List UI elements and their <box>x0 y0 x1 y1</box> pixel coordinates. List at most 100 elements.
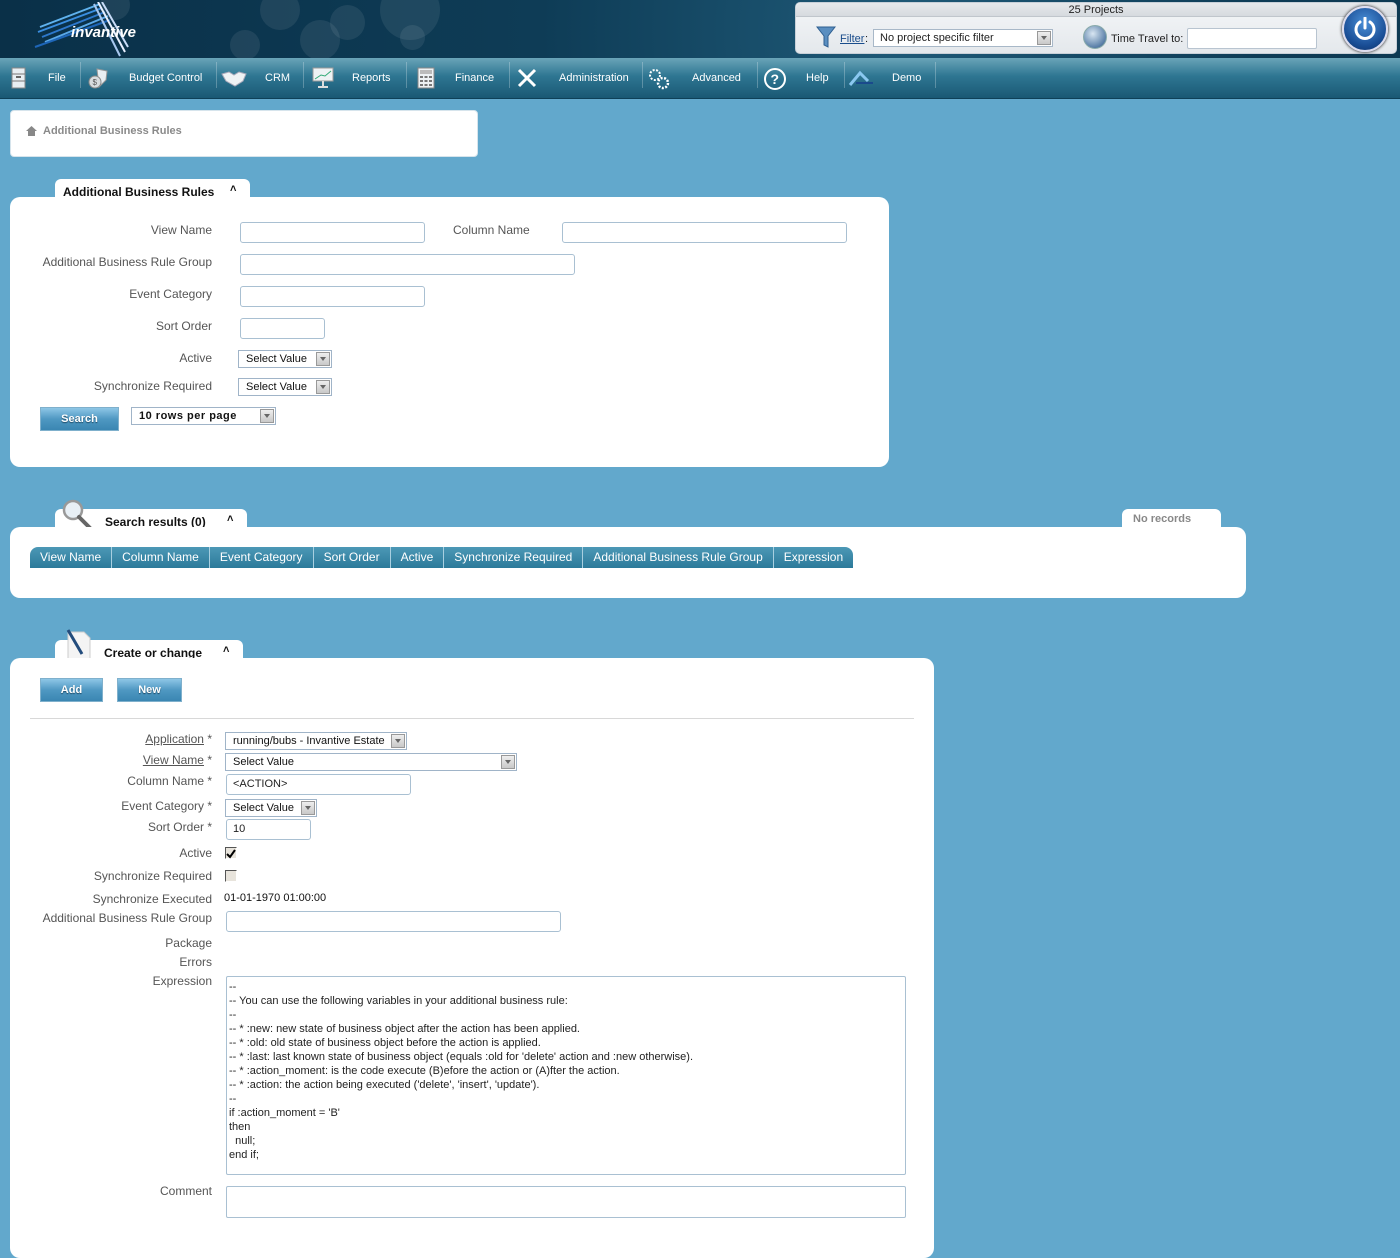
group-field-label: Additional Business Rule Group <box>42 911 212 925</box>
demo-logo-icon <box>848 70 873 86</box>
breadcrumb: Additional Business Rules <box>10 110 478 157</box>
records-badge: No records <box>1133 513 1192 525</box>
add-button[interactable]: Add <box>40 678 103 702</box>
search-view-name-input[interactable] <box>240 222 425 243</box>
chevron-down-icon[interactable] <box>316 380 330 394</box>
tools-icon <box>517 68 537 88</box>
column-name-input[interactable]: <ACTION> <box>226 774 411 795</box>
application-label: Application * <box>145 732 212 746</box>
grid-column-header[interactable]: Additional Business Rule Group <box>583 547 774 568</box>
home-icon[interactable] <box>26 126 37 136</box>
menu-administration[interactable]: Administration <box>510 58 642 99</box>
sort-order-field-label: Sort Order * <box>147 820 212 834</box>
search-sync-required-select[interactable]: Select Value <box>238 378 332 396</box>
grid-column-header[interactable]: Sort Order <box>313 547 391 568</box>
search-active-select[interactable]: Select Value <box>238 350 332 368</box>
logout-power-button[interactable] <box>1342 6 1388 52</box>
filter-link[interactable]: Filter <box>840 33 864 45</box>
chevron-down-icon[interactable] <box>301 801 315 815</box>
project-filter-select[interactable]: No project specific filter <box>873 29 1053 47</box>
expression-textarea[interactable]: -- -- You can use the following variable… <box>226 976 906 1175</box>
application-select[interactable]: running/bubs - Invantive Estate <box>225 732 407 750</box>
expression-label: Expression <box>152 974 212 988</box>
handshake-icon <box>221 71 247 87</box>
search-column-name-input[interactable] <box>562 222 847 243</box>
time-travel-input[interactable] <box>1187 28 1317 49</box>
gears-icon <box>649 69 670 90</box>
grid-column-header[interactable]: Event Category <box>209 547 314 568</box>
package-label: Package <box>165 936 212 950</box>
view-name-select[interactable]: Select Value <box>225 753 517 771</box>
menu-demo[interactable]: Demo <box>845 58 935 99</box>
money-shield-icon: $ <box>88 68 108 89</box>
errors-label: Errors <box>179 955 212 969</box>
menu-file[interactable]: File <box>0 58 80 99</box>
collapse-icon[interactable]: ˄ <box>230 183 236 195</box>
rows-per-page-select[interactable]: 10 rows per page <box>131 407 276 425</box>
sync-executed-value: 01-01-1970 01:00:00 <box>224 892 327 904</box>
breadcrumb-current: Additional Business Rules <box>43 125 182 137</box>
file-cabinet-icon <box>11 67 26 89</box>
chevron-down-icon[interactable] <box>316 352 330 366</box>
edit-document-icon <box>66 629 91 661</box>
chevron-down-icon[interactable] <box>260 409 274 423</box>
view-name-link[interactable]: View Name <box>143 753 204 767</box>
chevron-down-icon[interactable] <box>391 734 405 748</box>
group-input[interactable] <box>226 911 561 932</box>
time-travel-label: Time Travel to: <box>1111 33 1184 45</box>
presentation-chart-icon <box>312 67 334 88</box>
results-grid-header: View Name Column Name Event Category Sort O… <box>30 547 854 568</box>
svg-text:$: $ <box>93 78 98 87</box>
sync-required-field-label: Synchronize Required <box>93 869 212 883</box>
new-button[interactable]: New <box>117 678 182 702</box>
grid-column-header[interactable]: Expression <box>773 547 854 568</box>
chevron-down-icon[interactable] <box>1037 31 1051 45</box>
menu-crm[interactable]: CRM <box>217 58 302 99</box>
application-link[interactable]: Application <box>145 732 204 746</box>
active-field-label: Active <box>179 846 212 860</box>
event-category-select[interactable]: Select Value <box>225 799 317 817</box>
grid-column-header[interactable]: Active <box>390 547 445 568</box>
active-label: Active <box>179 351 212 365</box>
menu-advanced[interactable]: Advanced <box>643 58 757 99</box>
menu-budget-control[interactable]: $ Budget Control <box>81 58 216 99</box>
collapse-icon[interactable]: ˄ <box>227 513 233 525</box>
logo-text: invantive <box>71 24 137 41</box>
comment-label: Comment <box>159 1184 212 1198</box>
time-travel-icon <box>1083 25 1107 49</box>
main-menu: File $ Budget Control CRM Reports Financ… <box>0 58 1400 99</box>
grid-column-header[interactable]: View Name <box>30 547 113 568</box>
filter-funnel-icon <box>816 26 836 48</box>
calculator-icon <box>417 67 435 89</box>
event-category-field-label: Event Category * <box>121 799 212 813</box>
sync-executed-label: Synchronize Executed <box>92 892 212 906</box>
grid-column-header[interactable]: Column Name <box>112 547 210 568</box>
menu-help[interactable]: ? Help <box>758 58 844 99</box>
search-event-category-input[interactable] <box>240 286 425 307</box>
projects-count: 25 Projects <box>796 3 1396 17</box>
sort-order-input[interactable]: 10 <box>226 819 311 840</box>
search-group-input[interactable] <box>240 254 575 275</box>
menu-finance[interactable]: Finance <box>407 58 507 99</box>
project-filter-value: No project specific filter <box>880 32 994 44</box>
search-sort-order-input[interactable] <box>240 318 325 339</box>
power-icon <box>1354 17 1376 40</box>
comment-textarea[interactable] <box>226 1186 906 1218</box>
active-checkbox[interactable] <box>225 847 237 859</box>
sync-required-label: Synchronize Required <box>93 379 212 393</box>
filter-colon: : <box>865 33 869 45</box>
svg-text:?: ? <box>771 71 780 87</box>
grid-column-header[interactable]: Synchronize Required <box>444 547 584 568</box>
chevron-down-icon[interactable] <box>501 755 515 769</box>
search-button[interactable]: Search <box>40 407 119 431</box>
menu-reports[interactable]: Reports <box>304 58 406 99</box>
sort-order-label: Sort Order <box>155 319 212 333</box>
collapse-icon[interactable]: ˄ <box>223 644 229 656</box>
group-label: Additional Business Rule Group <box>42 255 212 269</box>
column-name-field-label: Column Name * <box>127 774 212 788</box>
column-name-label: Column Name <box>453 223 530 237</box>
view-name-label: View Name <box>150 223 212 237</box>
checkmark-icon <box>226 849 236 859</box>
sync-required-checkbox[interactable] <box>225 870 237 882</box>
help-icon: ? <box>764 68 786 90</box>
